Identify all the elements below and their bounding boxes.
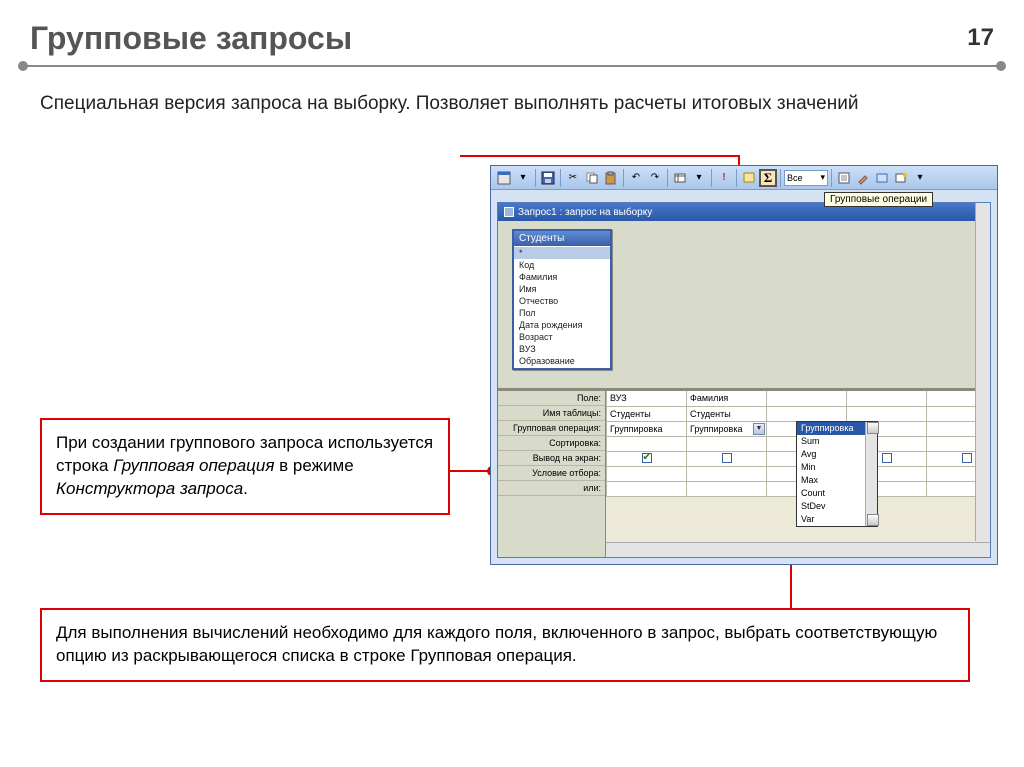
- page-number: 17: [967, 24, 994, 52]
- query-design-window: Запрос1 : запрос на выборку Студенты * К…: [497, 202, 991, 558]
- field-list-item[interactable]: *: [514, 247, 610, 259]
- window-icon: [504, 207, 514, 217]
- callout-group-row: При создании группового запроса использу…: [40, 418, 450, 515]
- access-app-window: ▾ ✂ ↶ ↷ ▾ ! Σ Все▾ ▾ Групповые операции …: [490, 165, 998, 565]
- cut-button[interactable]: ✂: [564, 169, 582, 187]
- toolbar: ▾ ✂ ↶ ↷ ▾ ! Σ Все▾ ▾: [491, 166, 997, 190]
- intro-text: Специальная версия запроса на выборку. П…: [0, 87, 1024, 127]
- down-arrow-icon[interactable]: ▾: [514, 169, 532, 187]
- field-list-item[interactable]: Пол: [514, 307, 610, 319]
- dropdown-arrow-icon[interactable]: ▼: [753, 423, 765, 435]
- cell-table[interactable]: Студенты: [687, 406, 767, 421]
- dropdown-scrollbar[interactable]: [865, 422, 877, 526]
- table-pane: Студенты * Код Фамилия Имя Отчество Пол …: [498, 221, 990, 391]
- horizontal-scrollbar[interactable]: [606, 542, 990, 557]
- paste-button[interactable]: [602, 169, 620, 187]
- checkbox-icon[interactable]: [962, 453, 972, 463]
- field-list-title: Студенты: [514, 231, 610, 246]
- cell-or[interactable]: [607, 481, 687, 496]
- cell-empty[interactable]: [847, 391, 927, 406]
- vertical-scrollbar[interactable]: [975, 203, 990, 541]
- show-table-button[interactable]: [740, 169, 758, 187]
- connector-line: [460, 155, 740, 157]
- undo-button[interactable]: ↶: [627, 169, 645, 187]
- down-arrow-icon[interactable]: ▾: [911, 169, 929, 187]
- query-type-button[interactable]: [671, 169, 689, 187]
- group-op-dropdown[interactable]: Группировка Sum Avg Min Max Count StDev …: [796, 421, 878, 527]
- field-list-item[interactable]: Имя: [514, 283, 610, 295]
- grid-row-labels: Поле: Имя таблицы: Групповая операция: С…: [498, 391, 606, 557]
- copy-button[interactable]: [583, 169, 601, 187]
- checkbox-icon[interactable]: [722, 453, 732, 463]
- callout-dropdown: Для выполнения вычислений необходимо для…: [40, 608, 970, 682]
- field-list-item[interactable]: Код: [514, 259, 610, 271]
- field-list-item[interactable]: ВУЗ: [514, 343, 610, 355]
- build-button[interactable]: [854, 169, 872, 187]
- run-button[interactable]: !: [715, 169, 733, 187]
- top-values-combo[interactable]: Все▾: [784, 170, 828, 186]
- cell-criteria[interactable]: [607, 466, 687, 481]
- cell-table[interactable]: Студенты: [607, 406, 687, 421]
- cell-show[interactable]: [607, 451, 687, 466]
- cell-empty[interactable]: [767, 391, 847, 406]
- window-title-text: Запрос1 : запрос на выборку: [518, 207, 652, 218]
- cell-field[interactable]: Фамилия: [687, 391, 767, 406]
- field-list[interactable]: Студенты * Код Фамилия Имя Отчество Пол …: [512, 229, 612, 370]
- totals-sigma-button[interactable]: Σ: [759, 169, 777, 187]
- connector-line: [450, 470, 490, 472]
- down-arrow-icon[interactable]: ▾: [690, 169, 708, 187]
- page-title: Групповые запросы: [0, 0, 1024, 65]
- field-list-item[interactable]: Отчество: [514, 295, 610, 307]
- cell-field[interactable]: ВУЗ: [607, 391, 687, 406]
- redo-button[interactable]: ↷: [646, 169, 664, 187]
- title-divider: [20, 65, 1004, 67]
- sigma-tooltip: Групповые операции: [824, 192, 933, 207]
- field-list-item[interactable]: Фамилия: [514, 271, 610, 283]
- new-object-button[interactable]: [892, 169, 910, 187]
- cell-group-op[interactable]: Группировка: [607, 421, 687, 436]
- save-button[interactable]: [539, 169, 557, 187]
- field-list-item[interactable]: Дата рождения: [514, 319, 610, 331]
- checkbox-icon[interactable]: [882, 453, 892, 463]
- checkbox-icon[interactable]: [642, 453, 652, 463]
- properties-button[interactable]: [835, 169, 853, 187]
- field-list-item[interactable]: Образование: [514, 355, 610, 367]
- cell-sort[interactable]: [607, 436, 687, 451]
- view-button[interactable]: [495, 169, 513, 187]
- qbe-grid: Поле: Имя таблицы: Групповая операция: С…: [498, 391, 990, 557]
- cell-group-op[interactable]: Группировка ▼: [687, 421, 767, 436]
- db-window-button[interactable]: [873, 169, 891, 187]
- field-list-item[interactable]: Возраст: [514, 331, 610, 343]
